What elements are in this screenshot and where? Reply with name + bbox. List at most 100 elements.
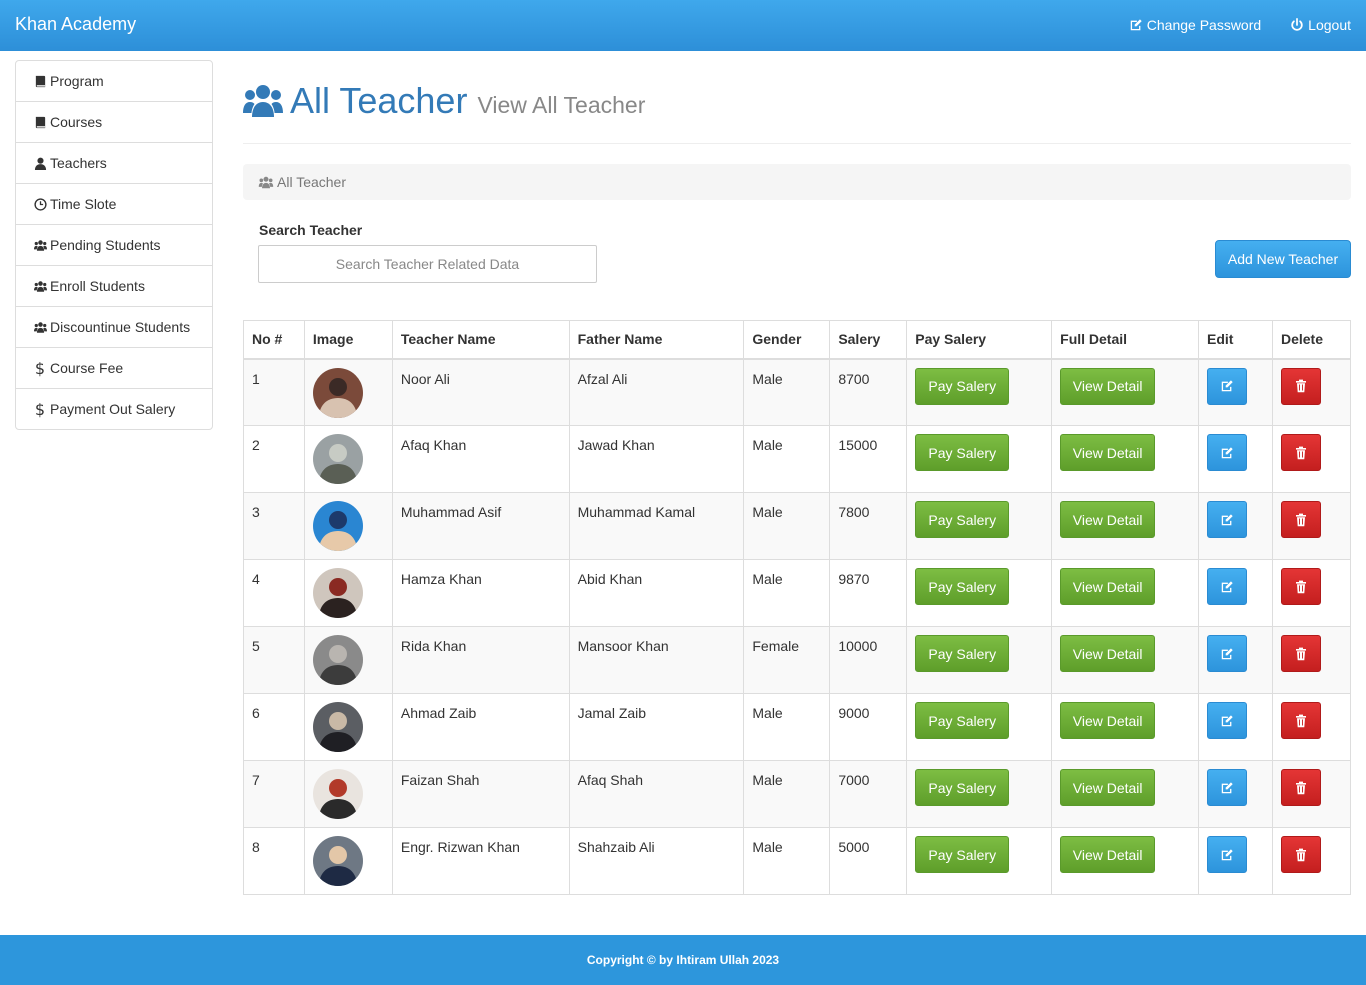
cell-gender: Male — [743, 559, 831, 627]
users-icon — [258, 176, 274, 188]
sidebar-item-discountinue-students[interactable]: Discountinue Students — [16, 307, 212, 348]
cell-no: 1 — [243, 358, 305, 426]
sidebar-item-enroll-students[interactable]: Enroll Students — [16, 266, 212, 307]
cell-delete — [1271, 358, 1352, 426]
delete-button[interactable] — [1280, 702, 1321, 739]
cell-image — [303, 492, 393, 560]
pay-salery-button[interactable]: Pay Salery — [915, 568, 1010, 605]
cell-delete — [1271, 626, 1352, 694]
cell-salery: 7000 — [829, 760, 908, 828]
trash-icon — [1294, 513, 1308, 527]
view-detail-button[interactable]: View Detail — [1060, 836, 1156, 873]
view-detail-button[interactable]: View Detail — [1060, 434, 1156, 471]
edit-button[interactable] — [1207, 568, 1248, 605]
sidebar-item-label: Enroll Students — [50, 278, 145, 294]
col-header-image: Image — [303, 320, 393, 360]
book-icon — [32, 74, 48, 88]
delete-button[interactable] — [1280, 434, 1321, 471]
cell-father-name: Jawad Khan — [568, 425, 745, 493]
sidebar-item-program[interactable]: Program — [16, 61, 212, 102]
cell-delete — [1271, 760, 1352, 828]
cell-father-name: Shahzaib Ali — [568, 827, 745, 895]
view-detail-button[interactable]: View Detail — [1060, 769, 1156, 806]
pay-salery-button[interactable]: Pay Salery — [915, 501, 1010, 538]
edit-button[interactable] — [1207, 702, 1248, 739]
cell-edit — [1198, 626, 1273, 694]
delete-button[interactable] — [1280, 769, 1321, 806]
navbar-actions: Change Password Logout — [1129, 17, 1351, 33]
view-detail-button[interactable]: View Detail — [1060, 367, 1156, 405]
cell-edit — [1198, 559, 1273, 627]
brand-logo[interactable]: Khan Academy — [15, 14, 136, 35]
edit-icon — [1220, 647, 1234, 661]
breadcrumb-label: All Teacher — [277, 174, 347, 190]
users-icon — [243, 85, 283, 117]
edit-button[interactable] — [1207, 434, 1248, 471]
cell-image — [303, 693, 393, 761]
pay-salery-button[interactable]: Pay Salery — [915, 702, 1010, 739]
sidebar-item-payment-out-salery[interactable]: $ Payment Out Salery — [16, 389, 212, 429]
cell-edit — [1198, 693, 1273, 761]
edit-button[interactable] — [1207, 501, 1248, 538]
col-header-pay: Pay Salery — [906, 320, 1053, 360]
view-detail-button[interactable]: View Detail — [1060, 501, 1156, 538]
sidebar-item-label: Payment Out Salery — [50, 401, 176, 417]
cell-pay: Pay Salery — [906, 559, 1053, 627]
sidebar-item-course-fee[interactable]: $ Course Fee — [16, 348, 212, 389]
cell-detail: View Detail — [1051, 358, 1200, 426]
breadcrumb: All Teacher — [243, 164, 1351, 200]
pay-salery-button[interactable]: Pay Salery — [915, 434, 1010, 471]
cell-delete — [1271, 425, 1352, 493]
teachers-table: No # Image Teacher Name Father Name Gend… — [243, 320, 1352, 895]
cell-salery: 9870 — [829, 559, 908, 627]
change-password-link[interactable]: Change Password — [1129, 17, 1261, 33]
edit-button[interactable] — [1207, 635, 1248, 672]
sidebar-item-teachers[interactable]: Teachers — [16, 143, 212, 184]
sidebar-item-pending-students[interactable]: Pending Students — [16, 225, 212, 266]
cell-no: 3 — [243, 492, 305, 560]
logout-link[interactable]: Logout — [1290, 17, 1351, 33]
sidebar-item-label: Courses — [50, 114, 103, 130]
cell-image — [303, 425, 393, 493]
pay-salery-button[interactable]: Pay Salery — [915, 367, 1010, 405]
sidebar-item-time-slote[interactable]: Time Slote — [16, 184, 212, 225]
teacher-avatar — [312, 434, 363, 484]
user-icon — [32, 156, 48, 170]
edit-button[interactable] — [1207, 367, 1248, 405]
cell-salery: 10000 — [829, 626, 908, 694]
pay-salery-button[interactable]: Pay Salery — [915, 769, 1010, 806]
search-input[interactable] — [258, 245, 597, 283]
table-row: 1 Noor Ali Afzal Ali Male 8700 Pay Salery View… — [243, 358, 1352, 426]
cell-image — [303, 358, 393, 426]
pay-salery-button[interactable]: Pay Salery — [915, 635, 1010, 672]
cell-teacher-name: Engr. Rizwan Khan — [391, 827, 570, 895]
delete-button[interactable] — [1280, 635, 1321, 672]
page-subtitle: View All Teacher — [477, 92, 646, 118]
view-detail-button[interactable]: View Detail — [1060, 702, 1156, 739]
view-detail-button[interactable]: View Detail — [1060, 635, 1156, 672]
delete-button[interactable] — [1280, 501, 1321, 538]
delete-button[interactable] — [1280, 836, 1321, 873]
edit-button[interactable] — [1207, 769, 1248, 806]
cell-pay: Pay Salery — [906, 358, 1053, 426]
cell-no: 4 — [243, 559, 305, 627]
sidebar-item-label: Teachers — [50, 155, 107, 171]
pay-salery-button[interactable]: Pay Salery — [915, 836, 1010, 873]
delete-button[interactable] — [1280, 568, 1321, 605]
book-icon — [32, 115, 48, 129]
edit-button[interactable] — [1207, 836, 1248, 873]
users-icon — [32, 320, 48, 334]
col-header-no: No # — [243, 320, 305, 360]
delete-button[interactable] — [1280, 367, 1321, 405]
cell-pay: Pay Salery — [906, 626, 1053, 694]
col-header-father: Father Name — [568, 320, 745, 360]
add-teacher-button[interactable]: Add New Teacher — [1215, 240, 1351, 278]
cell-father-name: Jamal Zaib — [568, 693, 745, 761]
sidebar-item-courses[interactable]: Courses — [16, 102, 212, 143]
cell-teacher-name: Hamza Khan — [391, 559, 570, 627]
top-navbar: Khan Academy Change Password Logout — [0, 0, 1366, 51]
power-icon — [1291, 18, 1303, 31]
change-password-label: Change Password — [1146, 17, 1262, 33]
view-detail-button[interactable]: View Detail — [1060, 568, 1156, 605]
sidebar-item-label: Course Fee — [50, 360, 124, 376]
